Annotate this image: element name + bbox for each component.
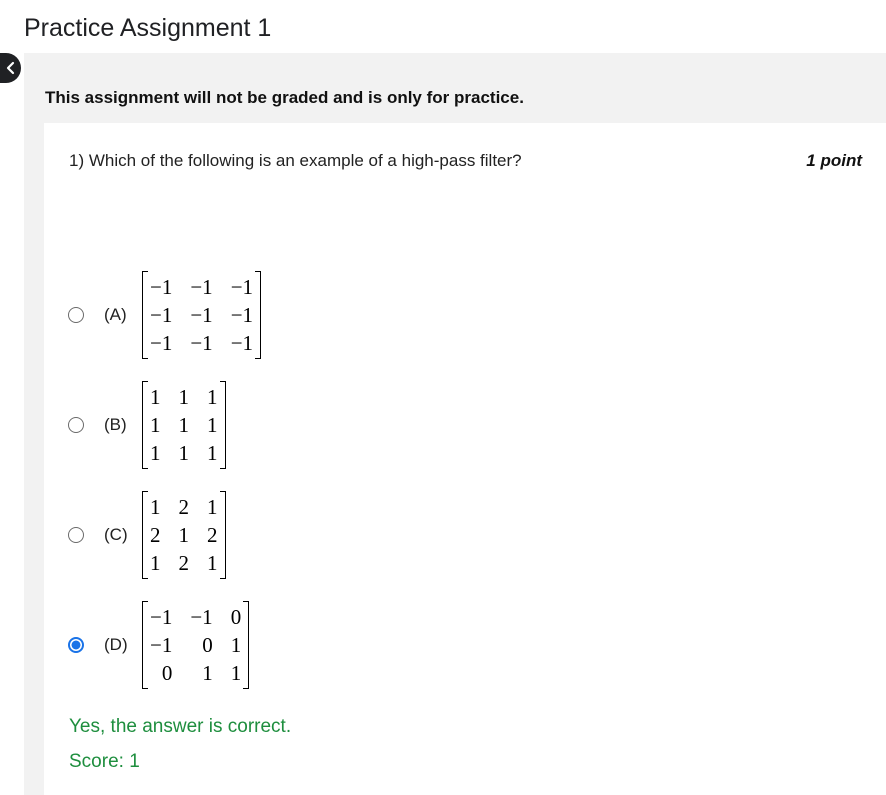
matrix-cell: −1 [150, 605, 173, 629]
matrix-cell: 1 [150, 413, 161, 437]
option-b-matrix: 1 1 1 1 1 1 1 1 1 [142, 381, 226, 469]
matrix-cell: −1 [150, 303, 173, 327]
option-b-label: (B) [104, 415, 127, 434]
matrix-cell: 0 [202, 633, 213, 657]
matrix-cell: 0 [230, 605, 242, 629]
matrix-cell: 1 [150, 495, 161, 519]
matrix-cell: 1 [230, 661, 242, 685]
option-a-matrix: −1 −1 −1 −1 −1 −1 −1 −1 −1 [142, 271, 262, 359]
matrix-cell: 1 [207, 385, 218, 409]
matrix-cell: 1 [178, 441, 190, 465]
option-a[interactable]: (A) −1 −1 −1 −1 −1 −1 −1 −1 −1 [68, 271, 262, 359]
matrix-cell: 2 [150, 523, 161, 547]
matrix-cell: −1 [150, 633, 173, 657]
matrix-cell: 1 [178, 523, 190, 547]
matrix-cell: 1 [150, 441, 161, 465]
option-a-label: (A) [104, 305, 127, 324]
option-c-matrix: 1 2 1 2 1 2 1 2 1 [142, 491, 226, 579]
matrix-cell: 2 [178, 495, 190, 519]
option-c[interactable]: (C) 1 2 1 2 1 2 1 2 1 [68, 491, 226, 579]
matrix-cell: −1 [150, 331, 173, 355]
option-c-radio[interactable] [68, 527, 84, 543]
option-d-radio[interactable] [68, 637, 84, 653]
option-d-label: (D) [104, 635, 128, 654]
option-a-radio[interactable] [68, 307, 84, 323]
page-title: Practice Assignment 1 [24, 14, 272, 42]
back-button[interactable] [0, 53, 21, 83]
option-b[interactable]: (B) 1 1 1 1 1 1 1 1 1 [68, 381, 226, 469]
feedback-message: Yes, the answer is correct. [69, 716, 292, 737]
matrix-cell: 1 [202, 661, 213, 685]
assignment-panel: This assignment will not be graded and i… [24, 53, 886, 795]
chevron-left-icon [6, 61, 14, 75]
question-text: 1) Which of the following is an example … [69, 151, 522, 170]
matrix-cell: −1 [190, 275, 213, 299]
matrix-cell: −1 [190, 331, 213, 355]
question-points: 1 point [806, 151, 862, 170]
option-c-label: (C) [104, 525, 128, 544]
matrix-cell: 1 [150, 551, 161, 575]
matrix-cell: 0 [161, 661, 173, 685]
option-b-radio[interactable] [68, 417, 84, 433]
matrix-cell: 2 [178, 551, 190, 575]
matrix-cell: 1 [178, 385, 190, 409]
matrix-cell: −1 [230, 331, 254, 355]
matrix-cell: 1 [207, 495, 218, 519]
question-card: 1) Which of the following is an example … [44, 123, 886, 795]
option-d-matrix: −1 −1 0 −1 0 1 0 1 1 [142, 601, 250, 689]
matrix-cell: −1 [230, 275, 254, 299]
matrix-cell: −1 [190, 303, 213, 327]
matrix-cell: 1 [178, 413, 190, 437]
practice-notice: This assignment will not be graded and i… [45, 88, 524, 107]
matrix-cell: 1 [150, 385, 161, 409]
matrix-cell: 1 [207, 551, 218, 575]
matrix-cell: −1 [230, 303, 254, 327]
option-d[interactable]: (D) −1 −1 0 −1 0 1 0 1 1 [68, 601, 250, 689]
matrix-cell: 1 [207, 413, 218, 437]
matrix-cell: 1 [230, 633, 242, 657]
matrix-cell: 1 [207, 441, 218, 465]
matrix-cell: −1 [150, 275, 173, 299]
score-text: Score: 1 [69, 751, 140, 772]
matrix-cell: −1 [190, 605, 213, 629]
matrix-cell: 2 [207, 523, 218, 547]
